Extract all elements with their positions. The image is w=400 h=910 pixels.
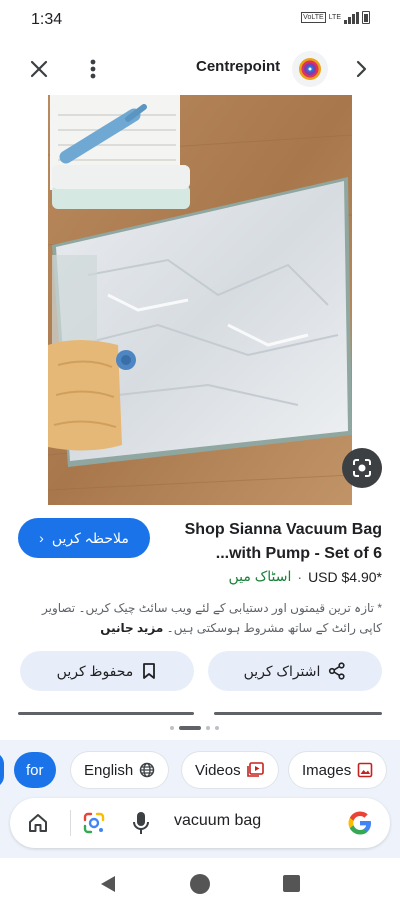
recent-apps-icon[interactable] bbox=[283, 875, 300, 892]
chevron-right-icon bbox=[356, 60, 367, 78]
site-name[interactable]: Centrepoint bbox=[196, 58, 280, 75]
chip-images-label: Images bbox=[302, 761, 352, 779]
search-query[interactable]: vacuum bag bbox=[174, 812, 261, 830]
chip-images[interactable]: Images bbox=[289, 752, 387, 788]
system-nav-bar bbox=[0, 858, 400, 910]
product-image[interactable] bbox=[48, 95, 352, 505]
share-icon bbox=[329, 662, 346, 680]
share-button[interactable]: اشتراک کریں bbox=[208, 651, 382, 691]
close-icon bbox=[30, 60, 48, 78]
separator-dot: · bbox=[297, 568, 303, 585]
chip-for-label: for bbox=[26, 761, 44, 779]
related-images-strip[interactable] bbox=[18, 712, 382, 716]
vacuum-bag-photo bbox=[48, 95, 352, 505]
google-g-icon[interactable] bbox=[346, 809, 374, 837]
chip-videos-label: Videos bbox=[195, 761, 241, 779]
bookmark-icon bbox=[143, 663, 156, 679]
chevron-right-icon: › bbox=[39, 530, 44, 546]
visit-label: ملاحظہ کریں bbox=[51, 529, 129, 546]
volte-badge: VoLTE bbox=[301, 12, 326, 23]
back-triangle-icon[interactable] bbox=[98, 874, 118, 894]
indicator-dot bbox=[206, 726, 210, 730]
related-image-thumb[interactable] bbox=[214, 712, 382, 715]
image-icon bbox=[357, 762, 373, 778]
visit-button[interactable]: › ملاحظہ کریں bbox=[18, 518, 150, 558]
related-image-thumb[interactable] bbox=[18, 712, 194, 715]
top-bar: Centrepoint bbox=[0, 44, 400, 90]
video-icon bbox=[246, 762, 264, 777]
disclaimer: * تازہ ترین قیمتوں اور دستیابی کے لئے وی… bbox=[18, 598, 382, 638]
home-circle-icon[interactable] bbox=[190, 874, 210, 894]
save-label: محفوظ کریں bbox=[56, 662, 134, 679]
microphone-icon[interactable] bbox=[131, 810, 151, 836]
status-icons: VoLTE LTE bbox=[301, 11, 370, 24]
learn-more-link[interactable]: مزید جانیں bbox=[100, 621, 163, 635]
next-result-button[interactable] bbox=[346, 54, 376, 84]
search-bar[interactable]: vacuum bag bbox=[10, 798, 390, 848]
google-lens-icon bbox=[353, 459, 371, 477]
globe-icon bbox=[139, 762, 155, 778]
lte-label: LTE bbox=[328, 14, 341, 21]
status-bar: 1:34 VoLTE LTE bbox=[0, 0, 400, 40]
indicator-dot-active bbox=[179, 726, 201, 730]
more-options-button[interactable] bbox=[80, 54, 106, 84]
chip-english[interactable]: English bbox=[71, 752, 169, 788]
lens-search-button[interactable] bbox=[342, 448, 382, 488]
battery-icon bbox=[362, 11, 370, 24]
save-button[interactable]: محفوظ کریں bbox=[20, 651, 194, 691]
search-divider bbox=[70, 810, 71, 836]
indicator-dot bbox=[215, 726, 219, 730]
disclaimer-text: * تازہ ترین قیمتوں اور دستیابی کے لئے وی… bbox=[41, 601, 382, 635]
close-button[interactable] bbox=[24, 54, 54, 84]
home-icon[interactable] bbox=[26, 811, 50, 835]
more-vert-icon bbox=[90, 59, 96, 79]
site-logo[interactable] bbox=[292, 51, 328, 87]
google-lens-color-icon[interactable] bbox=[81, 810, 107, 836]
share-label: اشتراک کریں bbox=[243, 662, 321, 679]
stock-status: اسٹاک میں bbox=[228, 568, 292, 584]
carousel-indicator bbox=[170, 726, 219, 730]
product-title[interactable]: Shop Sianna Vacuum Bag with Pump - Set o… bbox=[167, 518, 382, 566]
chip-for[interactable]: for bbox=[14, 752, 56, 788]
signal-icon bbox=[344, 11, 359, 24]
status-time: 1:34 bbox=[31, 11, 63, 28]
price-line: USD $4.90* · اسٹاک میں bbox=[228, 568, 382, 585]
chip-english-label: English bbox=[84, 761, 134, 779]
indicator-dot bbox=[170, 726, 174, 730]
product-price: USD $4.90* bbox=[308, 568, 382, 585]
centrepoint-logo-icon bbox=[299, 58, 321, 80]
chip-videos[interactable]: Videos bbox=[182, 752, 278, 788]
